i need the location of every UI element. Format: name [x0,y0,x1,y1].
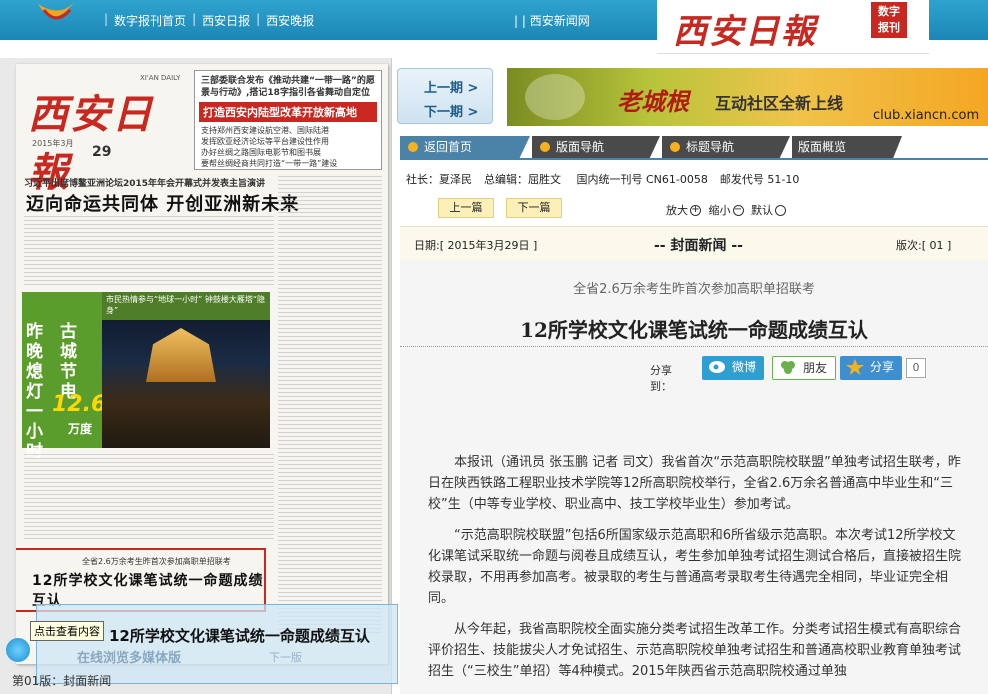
star-icon [846,359,864,375]
bullet-icon [670,141,680,152]
weibo-icon [709,361,725,373]
tab-layout-nav[interactable]: 版面导航 [532,136,660,158]
prev-article-button[interactable]: 上一篇 [438,198,494,218]
paper-text-block [278,176,382,636]
brand-badge: 数字 报刊 [871,2,907,38]
page-label: 第01版：封面新闻 [12,674,112,688]
article-subtitle: 全省2.6万余考生昨首次参加高职单招联考 [573,282,815,297]
prev-issue-button[interactable]: 上一期 > [424,77,478,96]
article-title: 12所学校文化课笔试统一命题成绩互认 [520,318,868,342]
paper-bell-tower-photo: 市民热情参与“地球一小时” 钟鼓楼大雁塔“隐身” [102,292,270,448]
newspaper-page-image[interactable]: 西安日報 XI'AN DAILY 2015年3月 29 三部委联合发布《推动共建… [16,64,388,664]
nav-xian-evening[interactable]: 西安晚报 [266,12,314,29]
publication-info: 社长：夏泽民 总编辑：屈胜文 国内统一刊号 CN61-0058 邮发代号 51-10 [406,173,800,186]
brand-logo: 西安日報 数字 报刊 [657,0,929,54]
nav-xiancn[interactable]: | | 西安新闻网 [514,12,590,29]
nav-xian-daily[interactable]: 西安日报 [202,12,250,29]
zoom-out-label: 缩小 [708,204,731,217]
club-banner[interactable]: 老城根 互动社区全新上线 club.xiancn.com [507,68,988,126]
nav-digital-home[interactable]: 数字报刊首页 [114,12,186,29]
paper-lead-headline[interactable]: 迈向命运共同体 开创亚洲新未来 [26,190,299,216]
site-logo-icon[interactable] [34,0,80,34]
bullet-icon [540,141,550,152]
paper-text-block [24,216,274,288]
banner-badge-icon [525,74,585,120]
zoom-in-icon[interactable]: + [690,204,701,216]
article-paragraph: 本报讯（通讯员 张玉鹏 记者 司文）我省首次“示范高职院校联盟”单独考试招生联考… [428,455,961,512]
paper-text-block [24,454,274,542]
page-number: 版次:[ 01 ] [896,239,952,252]
tab-underline [400,158,988,160]
share-count: 0 [906,358,926,378]
clover-icon [781,361,795,374]
paper-masthead: 西安日報 XI'AN DAILY 2015年3月 29 [28,74,181,196]
zoom-default-label: 默认 [751,204,773,217]
issue-date: 日期:[ 2015年3月29日 ] [414,239,538,252]
paper-top-story[interactable]: 三部委联合发布《推动共建“一带一路”的愿景与行动》,搭记18字指引各省舞动自定位… [194,70,382,170]
newspaper-page-pane: 西安日報 XI'AN DAILY 2015年3月 29 三部委联合发布《推动共建… [0,58,392,694]
view-content-tooltip: 点击查看内容 [30,621,104,641]
article-paragraph: 从今年起，我省高职院校全面实施分类考试招生改革工作。分类考试招生模式有高职综合评… [428,622,962,679]
divider [400,346,988,347]
share-button[interactable]: 分享 [840,356,902,380]
paper-highlighted-article[interactable]: 全省2.6万余考生昨首次参加高职单招联考 12所学校文化课笔试统一命题成绩互认 [16,548,266,612]
tab-title-nav[interactable]: 标题导航 [662,136,790,158]
zoom-controls: 放大 + 缩小 − 默认 [666,202,790,218]
paper-lead-kicker: 习近平出席博鳌亚洲论坛2015年年会开幕式并发表主旨演讲 [24,179,266,189]
top-nav: | 数字报刊首页 | 西安日报 | 西安晚报 [104,12,315,29]
brand-title: 西安日報 [673,12,817,52]
article-body: 本报讯（通讯员 张玉鹏 记者 司文）我省首次“示范高职院校联盟”单独考试招生联考… [428,452,962,692]
share-weibo-button[interactable]: 微博 [702,356,764,380]
zoom-out-icon[interactable]: − [732,204,744,216]
nav-tabs: 返回首页 版面导航 标题导航 版面概览 [400,136,960,158]
next-article-button[interactable]: 下一篇 [506,198,562,218]
section-title: -- 封面新闻 -- [654,238,743,254]
tab-home[interactable]: 返回首页 [400,136,530,158]
share-pengyou-button[interactable]: 朋友 [772,356,836,380]
tab-overview[interactable]: 版面概览 [792,136,902,158]
next-issue-button[interactable]: 下一期 > [424,101,478,120]
date-bar: 日期:[ 2015年3月29日 ] -- 封面新闻 -- 版次:[ 01 ] [400,226,988,260]
zoom-default-icon[interactable] [775,204,786,216]
chat-bubble-icon[interactable] [6,638,30,662]
paper-green-feature[interactable]: 昨晚熄灯一小时 古城节电 12.6 万度 [22,292,106,462]
zoom-in-label: 放大 [666,204,688,217]
bullet-icon [408,141,418,152]
article-controls: 上一篇 下一篇 放大 + 缩小 − 默认 [400,196,988,224]
article-paragraph: “示范高职院校联盟”包括6所国家级示范高职和6所省级示范高职。本次考试12所学校… [428,528,962,606]
issue-pager: 上一期 > 下一期 > [397,68,493,124]
article-panel: 全省2.6万余考生昨首次参加高职单招联考 12所学校文化课笔试统一命题成绩互认 … [400,260,988,694]
